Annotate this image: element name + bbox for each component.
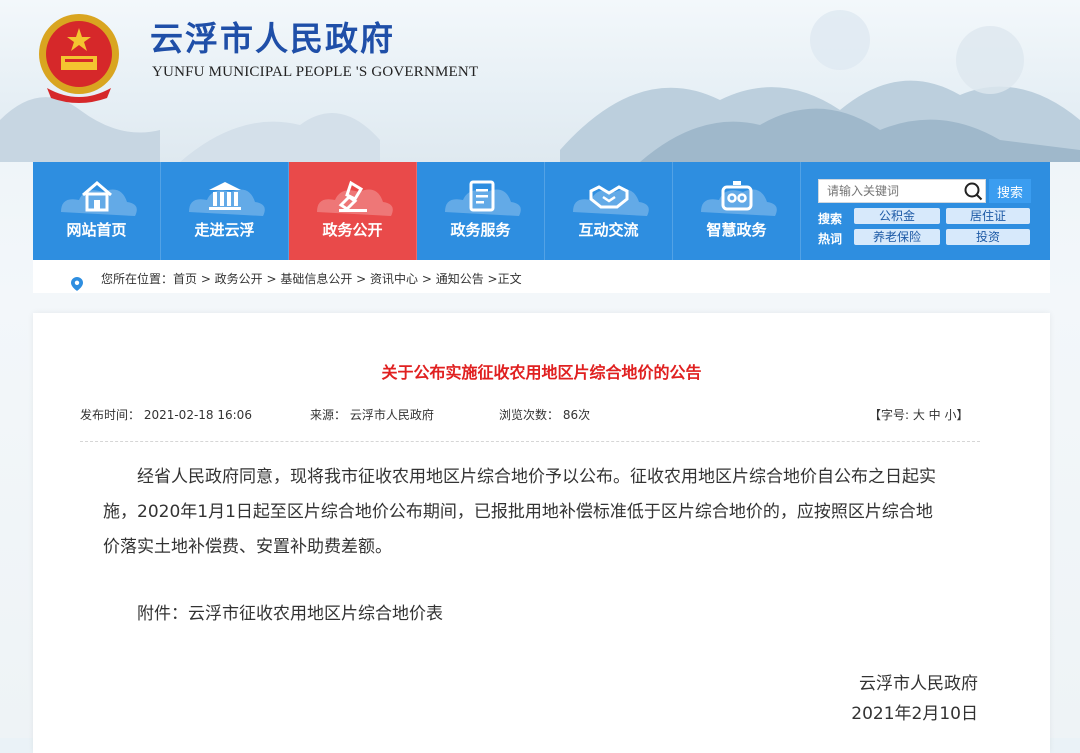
location-pin-icon [71, 277, 83, 291]
national-emblem-icon [39, 14, 119, 103]
search-box [818, 179, 986, 203]
robot-icon [721, 181, 753, 211]
nav-item-label: 智慧政务 [706, 221, 767, 239]
site-title: 云浮市人民政府 [150, 19, 395, 58]
nav-item-smart-gov[interactable]: 智慧政务 [673, 162, 801, 260]
article-source: 来源： 云浮市人民政府 [310, 408, 434, 422]
hot-label-line-2: 热词 [818, 232, 843, 246]
nav-item-label: 政务服务 [450, 221, 511, 239]
hot-term-tag[interactable]: 居住证 [946, 208, 1030, 224]
nav-item-home[interactable]: 网站首页 [33, 162, 161, 260]
signature-date: 2021年2月10日 [851, 704, 978, 724]
signature: 云浮市人民政府 [859, 674, 978, 694]
stamp-icon [338, 180, 367, 212]
nav-item-label: 网站首页 [66, 221, 127, 239]
hot-label-line-1: 搜索 [818, 212, 843, 226]
view-count: 浏览次数： 86次 [499, 408, 591, 422]
nav-item-gov-affairs-open[interactable]: 政务公开 [289, 162, 417, 260]
article-paragraph: 经省人民政府同意，现将我市征收农用地区片综合地价予以公布。征收农用地区片综合地价… [137, 467, 936, 487]
article-paragraph: 施，2020年1月1日起至区片综合地价公布期间，已报批用地补偿标准低于区片综合地… [103, 502, 933, 522]
nav-item-label: 政务公开 [322, 221, 383, 239]
handshake-icon [589, 185, 629, 209]
breadcrumb: 您所在位置：首页 > 政务公开 > 基础信息公开 > 资讯中心 > 通知公告 >… [33, 260, 1050, 293]
search-input[interactable] [827, 181, 967, 201]
search-area: 搜索 搜索 热词 公积金 居住证 养老保险 投资 [818, 162, 1050, 260]
font-size-selector[interactable]: 【字号: 大 中 小】 [869, 406, 969, 423]
main-nav: 网站首页 走进云浮 政务公开 政务服务 互动交流 智慧政务 请输入关键词 搜索 … [33, 162, 1050, 260]
document-icon [469, 180, 495, 212]
meta-divider [80, 441, 980, 442]
nav-item-label: 走进云浮 [194, 221, 255, 239]
search-icon[interactable] [963, 181, 983, 201]
article-paragraph: 价落实土地补偿费、安置补助费差额。 [103, 537, 392, 557]
hot-term-tag[interactable]: 公积金 [854, 208, 940, 224]
hot-term-tag[interactable]: 养老保险 [854, 229, 940, 245]
home-icon [82, 181, 112, 212]
nav-item-label: 互动交流 [578, 221, 639, 239]
site-subtitle: YUNFU MUNICIPAL PEOPLE 'S GOVERNMENT [152, 64, 479, 80]
nav-item-interaction[interactable]: 互动交流 [545, 162, 673, 260]
breadcrumb-text[interactable]: 您所在位置：首页 > 政务公开 > 基础信息公开 > 资讯中心 > 通知公告 >… [101, 270, 522, 287]
attachment-link[interactable]: 附件：云浮市征收农用地区片综合地价表 [103, 597, 979, 632]
nav-item-gov-services[interactable]: 政务服务 [417, 162, 545, 260]
nav-item-about-yunfu[interactable]: 走进云浮 [161, 162, 289, 260]
hot-search-label: 搜索 热词 [818, 209, 846, 249]
building-icon [209, 182, 241, 210]
publish-time: 发布时间： 2021-02-18 16:06 [80, 408, 252, 422]
site-header: 云浮市人民政府 YUNFU MUNICIPAL PEOPLE 'S GOVERN… [0, 0, 1080, 162]
hot-term-tag[interactable]: 投资 [946, 229, 1030, 245]
article-card: 关于公布实施征收农用地区片综合地价的公告 发布时间： 2021-02-18 16… [33, 313, 1050, 753]
article-title: 关于公布实施征收农用地区片综合地价的公告 [381, 363, 702, 382]
search-button[interactable]: 搜索 [989, 179, 1031, 203]
